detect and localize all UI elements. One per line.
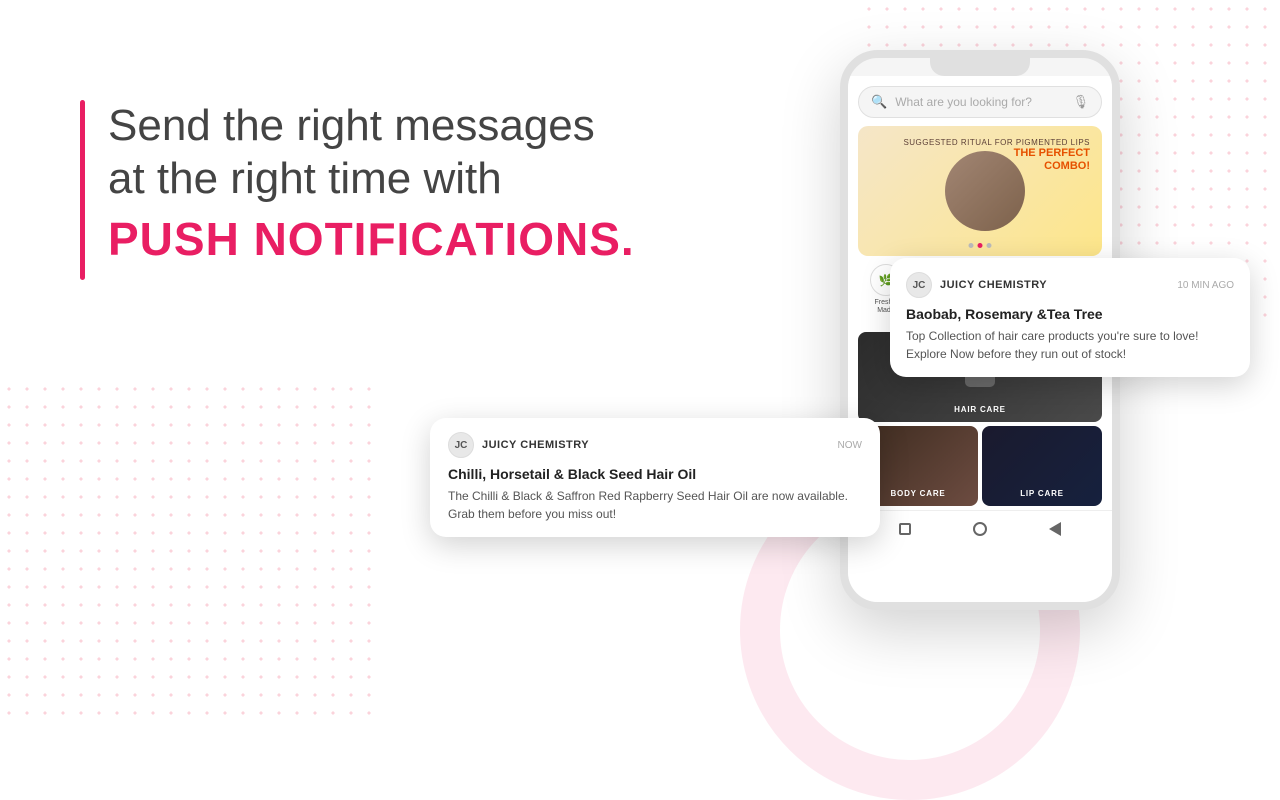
dot-pattern-bottom-left xyxy=(0,380,380,720)
banner-dots xyxy=(969,243,992,248)
headline-line3: PUSH NOTIFICATIONS. xyxy=(108,212,640,266)
notification-avatar-bottom: JC xyxy=(448,432,474,458)
notification-title-top: Baobab, Rosemary &Tea Tree xyxy=(906,306,1234,322)
headline-text: Send the right messages at the right tim… xyxy=(80,100,640,266)
push-notification-bottom: JC JUICY CHEMISTRY NOW Chilli, Horsetail… xyxy=(430,418,880,537)
notification-brand-bottom: JUICY CHEMISTRY xyxy=(482,439,838,451)
banner-text: SUGGESTED RITUAL FOR PIGMENTED LIPS THE … xyxy=(903,138,1090,173)
left-accent-border xyxy=(80,100,85,280)
mic-icon: 🎙 xyxy=(1072,94,1089,110)
push-notification-top: JC JUICY CHEMISTRY 10 MIN AGO Baobab, Ro… xyxy=(890,258,1250,377)
banner-dot-1 xyxy=(969,243,974,248)
phone-search-bar[interactable]: 🔍 What are you looking for? 🎙 xyxy=(858,86,1102,118)
phone-bottom-nav xyxy=(848,510,1112,547)
nav-back-button[interactable] xyxy=(895,519,915,539)
headline-line2: at the right time with xyxy=(108,153,640,206)
banner-subtitle: SUGGESTED RITUAL FOR PIGMENTED LIPS xyxy=(903,138,1090,147)
headline-line1: Send the right messages xyxy=(108,100,640,153)
nav-circle-icon xyxy=(973,522,987,536)
banner-dot-2 xyxy=(978,243,983,248)
search-icon: 🔍 xyxy=(871,94,887,110)
banner-title: THE PERFECTCOMBO! xyxy=(903,147,1090,173)
category-hair-care-label: HAIR CARE xyxy=(858,405,1102,414)
notification-body-top: Top Collection of hair care products you… xyxy=(906,327,1234,363)
notification-time-top: 10 MIN AGO xyxy=(1177,280,1234,291)
notification-body-bottom: The Chilli & Black & Saffron Red Rapberr… xyxy=(448,487,862,523)
nav-square-icon xyxy=(899,523,911,535)
search-placeholder-text: What are you looking for? xyxy=(895,95,1072,109)
nav-triangle-icon xyxy=(1049,522,1061,536)
banner-dot-3 xyxy=(987,243,992,248)
notification-header-top: JC JUICY CHEMISTRY 10 MIN AGO xyxy=(906,272,1234,298)
notification-title-bottom: Chilli, Horsetail & Black Seed Hair Oil xyxy=(448,466,862,482)
phone-notch xyxy=(930,58,1030,76)
category-lip-care[interactable]: LIP CARE xyxy=(982,426,1102,506)
notification-avatar-top: JC xyxy=(906,272,932,298)
phone-banner: SUGGESTED RITUAL FOR PIGMENTED LIPS THE … xyxy=(858,126,1102,256)
nav-home-button[interactable] xyxy=(970,519,990,539)
nav-recent-button[interactable] xyxy=(1045,519,1065,539)
headline-section: Send the right messages at the right tim… xyxy=(80,100,640,266)
notification-header-bottom: JC JUICY CHEMISTRY NOW xyxy=(448,432,862,458)
notification-brand-top: JUICY CHEMISTRY xyxy=(940,279,1177,291)
notification-time-bottom: NOW xyxy=(838,440,862,451)
category-lip-care-label: LIP CARE xyxy=(982,489,1102,498)
